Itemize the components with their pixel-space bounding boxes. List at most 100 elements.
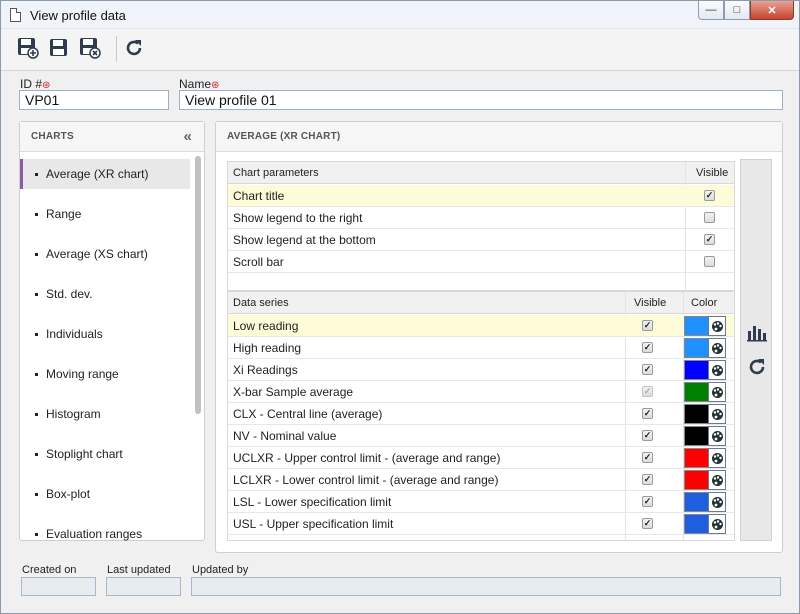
close-button[interactable]: ✕ [750, 1, 794, 20]
created-on-field [21, 577, 96, 596]
title-bar: View profile data — □ ✕ [1, 1, 799, 29]
visible-checkbox[interactable]: ✓ [704, 190, 715, 201]
collapse-icon[interactable]: « [183, 128, 192, 145]
color-swatch[interactable] [684, 338, 709, 358]
color-column: Color [691, 297, 718, 309]
data-series-column: Data series [233, 297, 289, 309]
chart-param-row[interactable]: Scroll bar [228, 251, 734, 273]
visible-checkbox[interactable] [704, 212, 715, 223]
charts-scrollbar[interactable] [195, 156, 201, 414]
name-field[interactable]: View profile 01 [179, 90, 783, 110]
color-swatch[interactable] [684, 360, 709, 380]
last-updated-field [106, 577, 181, 596]
refresh-icon [749, 359, 765, 375]
chart-item-stoplight[interactable]: Stoplight chart [20, 439, 190, 469]
chart-preview-button[interactable] [746, 322, 768, 345]
id-field[interactable]: VP01 [19, 90, 169, 110]
color-swatch[interactable] [684, 514, 709, 534]
visible-checkbox[interactable]: ✓ [642, 320, 653, 331]
color-swatch[interactable] [684, 470, 709, 490]
save-button[interactable] [46, 35, 72, 61]
data-series-row[interactable]: Xi Readings ✓ [228, 359, 734, 381]
maximize-button[interactable]: □ [724, 1, 750, 20]
toolbar [1, 29, 799, 71]
view-profile-window: View profile data — □ ✕ ID #⊛ VP01 Name⊛… [0, 0, 800, 614]
data-series-row[interactable]: USL - Upper specification limit ✓ [228, 513, 734, 535]
visible-column: Visible [634, 297, 667, 309]
created-on-label: Created on [22, 564, 77, 576]
visible-checkbox[interactable]: ✓ [642, 452, 653, 463]
chart-item-average-xr[interactable]: Average (XR chart) [20, 159, 190, 189]
average-xr-panel-title: AVERAGE (XR CHART) [216, 122, 782, 152]
chart-item-evaluation-ranges[interactable]: Evaluation ranges [20, 519, 190, 549]
chart-item-histogram[interactable]: Histogram [20, 399, 190, 429]
chart-item-individuals[interactable]: Individuals [20, 319, 190, 349]
last-updated-label: Last updated [107, 564, 171, 576]
palette-icon[interactable] [708, 404, 726, 424]
visible-checkbox[interactable]: ✓ [642, 518, 653, 529]
document-icon [10, 8, 21, 22]
save-and-close-icon [80, 38, 101, 59]
color-swatch[interactable] [684, 382, 709, 402]
save-and-new-icon [18, 38, 39, 59]
palette-icon[interactable] [708, 448, 726, 468]
palette-icon[interactable] [708, 492, 726, 512]
data-series-grid: Data series Visible Color Low reading ✓ H… [227, 291, 735, 541]
chart-item-range[interactable]: Range [20, 199, 190, 229]
palette-icon[interactable] [708, 514, 726, 534]
data-series-row[interactable]: Low reading ✓ [228, 315, 734, 337]
chart-item-box-plot[interactable]: Box-plot [20, 479, 190, 509]
data-series-row[interactable]: LSL - Lower specification limit ✓ [228, 491, 734, 513]
data-series-row[interactable]: UCLXR - Upper control limit - (average a… [228, 447, 734, 469]
restore-defaults-button[interactable] [746, 356, 768, 381]
data-series-row[interactable]: X-bar Sample average ✓ [228, 381, 734, 403]
chart-actions-strip [740, 159, 772, 541]
visible-checkbox[interactable]: ✓ [642, 430, 653, 441]
data-series-row[interactable]: NV - Nominal value ✓ [228, 425, 734, 447]
palette-icon[interactable] [708, 382, 726, 402]
chart-parameters-header: Chart parameters Visible [228, 162, 734, 184]
save-and-new-button[interactable] [15, 35, 41, 61]
window-title: View profile data [30, 8, 126, 23]
chart-param-row[interactable]: Show legend at the bottom ✓ [228, 229, 734, 251]
visible-checkbox[interactable]: ✓ [642, 474, 653, 485]
palette-icon[interactable] [708, 470, 726, 490]
visible-checkbox[interactable]: ✓ [704, 234, 715, 245]
id-label: ID #⊛ [20, 77, 51, 91]
minimize-button[interactable]: — [698, 1, 724, 20]
chart-item-moving-range[interactable]: Moving range [20, 359, 190, 389]
data-series-row[interactable]: High reading ✓ [228, 337, 734, 359]
visible-checkbox[interactable]: ✓ [642, 342, 653, 353]
visible-checkbox[interactable] [704, 256, 715, 267]
color-swatch[interactable] [684, 316, 709, 336]
chart-parameters-column: Chart parameters [233, 167, 319, 179]
save-icon [50, 39, 67, 56]
palette-icon[interactable] [708, 360, 726, 380]
color-swatch[interactable] [684, 492, 709, 512]
visible-checkbox: ✓ [642, 386, 653, 397]
visible-column: Visible [696, 167, 729, 179]
updated-by-label: Updated by [192, 564, 249, 576]
chart-item-std-dev[interactable]: Std. dev. [20, 279, 190, 309]
visible-checkbox[interactable]: ✓ [642, 496, 653, 507]
charts-panel: CHARTS « Average (XR chart) Range Averag… [19, 121, 205, 541]
toolbar-separator [116, 36, 117, 62]
chart-item-average-xs[interactable]: Average (XS chart) [20, 239, 190, 269]
palette-icon[interactable] [708, 426, 726, 446]
palette-icon[interactable] [708, 338, 726, 358]
palette-icon[interactable] [708, 316, 726, 336]
visible-checkbox[interactable]: ✓ [642, 364, 653, 375]
color-swatch[interactable] [684, 426, 709, 446]
visible-checkbox[interactable]: ✓ [642, 408, 653, 419]
refresh-button[interactable] [121, 35, 147, 61]
color-swatch[interactable] [684, 448, 709, 468]
data-series-row[interactable]: CLX - Central line (average) ✓ [228, 403, 734, 425]
color-swatch[interactable] [684, 404, 709, 424]
save-and-close-button[interactable] [77, 35, 103, 61]
updated-by-field [191, 577, 781, 596]
chart-param-row[interactable]: Show legend to the right [228, 207, 734, 229]
chart-parameters-grid: Chart parameters Visible Chart title ✓ Sh… [227, 161, 735, 291]
data-series-row[interactable]: LCLXR - Lower control limit - (average a… [228, 469, 734, 491]
chart-param-row[interactable]: Chart title ✓ [228, 185, 734, 207]
data-series-header: Data series Visible Color [228, 292, 734, 314]
